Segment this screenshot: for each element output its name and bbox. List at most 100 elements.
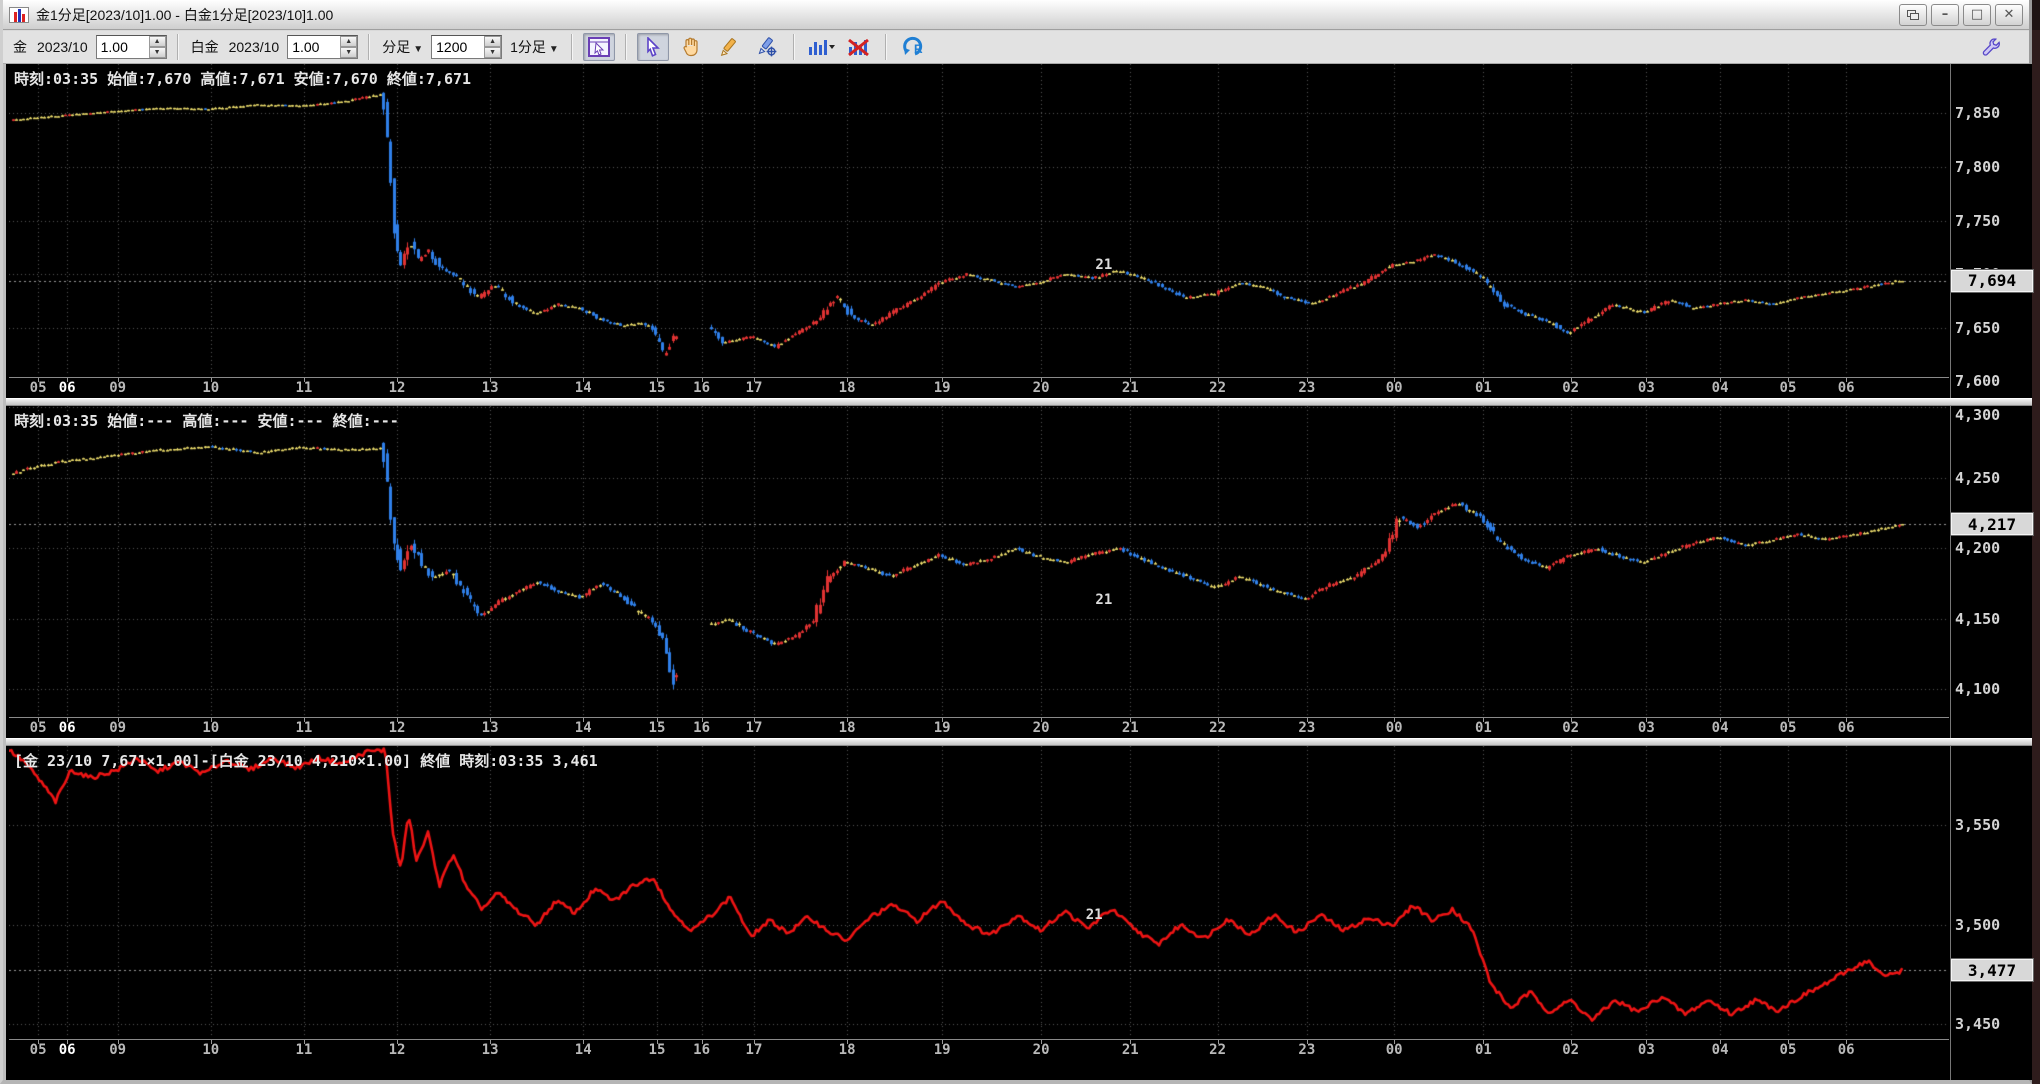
time-axis-label: 06 (58, 720, 76, 736)
time-axis-label: 05 (29, 720, 47, 736)
pencil-icon (720, 38, 736, 56)
platinum-ratio-down-icon[interactable]: ▼ (340, 47, 358, 58)
time-axis-label: 23 (1298, 380, 1316, 396)
platinum-contract-month: 2023/10 (228, 39, 280, 55)
price-axis-label: 4,150 (1955, 609, 2001, 628)
time-axis-label: 20 (1032, 380, 1050, 396)
maximize-button[interactable]: □ (1963, 3, 1991, 26)
float-window-button[interactable] (1899, 3, 1927, 26)
time-axis-label: 14 (574, 380, 592, 396)
wrench-icon (1982, 38, 2000, 56)
time-axis-label: 22 (1209, 1042, 1227, 1058)
gold-ratio-up-icon[interactable]: ▲ (148, 36, 166, 47)
period-dropdown[interactable]: 1分足 ▼ (508, 37, 561, 57)
bar-count-spinner[interactable]: ▲▼ (431, 35, 503, 59)
time-axis-label: 17 (745, 1042, 763, 1058)
time-axis-label: 05 (1779, 1042, 1797, 1058)
time-axis-label: 04 (1711, 1042, 1729, 1058)
platinum-chart-panel: 時刻:03:35 始値:--- 高値:--- 安値:--- 終値:--- 21 … (6, 406, 2034, 738)
bar-count-input[interactable] (432, 36, 485, 58)
time-axis-label: 03 (1637, 1042, 1655, 1058)
bar-count-up-icon[interactable]: ▲ (484, 36, 502, 47)
time-axis-label: 06 (1837, 380, 1855, 396)
panel-separator[interactable] (6, 738, 2032, 746)
chart-select-mode-button[interactable] (582, 33, 615, 61)
time-axis-label: 23 (1298, 720, 1316, 736)
panel-separator[interactable] (6, 398, 2032, 406)
time-axis-label: 05 (1779, 380, 1797, 396)
gold-price-axis: 7,694 7,8507,8007,7507,7007,6507,600 (1950, 64, 2034, 398)
platinum-date-marker: 21 (1095, 592, 1113, 608)
interval-dropdown[interactable]: 分足 ▼ (380, 37, 425, 57)
gold-ratio-input[interactable] (96, 36, 149, 58)
title-bar[interactable]: 金1分足[2023/10]1.00 - 白金1分足[2023/10]1.00 –… (3, 0, 2029, 30)
spread-chart-canvas[interactable] (9, 746, 1949, 1038)
spread-last-price-tag: 3,477 (1950, 958, 2034, 983)
minimize-button[interactable]: – (1931, 3, 1959, 26)
time-axis-label: 16 (693, 720, 711, 736)
bar-count-down-icon[interactable]: ▼ (484, 47, 502, 58)
time-axis-label: 21 (1121, 1042, 1139, 1058)
price-axis-label: 4,100 (1955, 680, 2001, 699)
time-axis-label: 04 (1711, 380, 1729, 396)
marker-tool-button[interactable] (751, 33, 783, 61)
toolbar-separator (176, 34, 179, 60)
time-axis-label: 19 (933, 720, 951, 736)
app-candlestick-icon (9, 6, 29, 23)
bar-chart-icon (808, 40, 835, 55)
time-axis-label: 15 (648, 1042, 666, 1058)
pen-crosshair-icon (758, 37, 777, 57)
refresh-icon: R (903, 36, 923, 56)
time-axis-label: 09 (109, 720, 127, 736)
time-axis-label: 10 (202, 380, 220, 396)
time-axis-label: 06 (58, 1042, 76, 1058)
time-axis-label: 00 (1385, 720, 1403, 736)
price-axis-label: 7,600 (1955, 372, 2001, 391)
time-axis-label: 18 (838, 380, 856, 396)
toolbar-separator (884, 34, 887, 60)
settings-button[interactable] (1975, 33, 2007, 61)
time-axis-label: 12 (388, 380, 406, 396)
spread-time-axis: 05 06 09 10 11 12 13 14 15 16 17 18 19 20 21 22 23 00 01 02… (9, 1039, 1949, 1059)
pointer-tool-button[interactable] (636, 33, 669, 61)
toolbar-separator (368, 34, 371, 60)
time-axis-label: 06 (58, 380, 76, 396)
platinum-ratio-input[interactable] (288, 36, 341, 58)
time-axis-label: 13 (481, 380, 499, 396)
toolbar-separator (570, 34, 573, 60)
indicator-menu-button[interactable] (805, 33, 837, 61)
time-axis-label: 03 (1637, 380, 1655, 396)
platinum-ratio-up-icon[interactable]: ▲ (340, 36, 358, 47)
spread-price-axis: 3,477 3,550 3,500 3,450 (1950, 746, 2034, 1080)
time-axis-label: 10 (202, 1042, 220, 1058)
gold-contract-month: 2023/10 (37, 39, 88, 55)
reload-button[interactable]: R (897, 33, 929, 61)
gold-ratio-spinner[interactable]: ▲▼ (95, 35, 167, 59)
gold-info-line: 時刻:03:35 始値:7,670 高値:7,671 安値:7,670 終値:7… (14, 70, 472, 88)
draw-line-tool-button[interactable] (713, 33, 745, 61)
gold-ratio-down-icon[interactable]: ▼ (148, 47, 166, 58)
app-window: 金1分足[2023/10]1.00 - 白金1分足[2023/10]1.00 –… (0, 0, 2034, 1084)
gold-chart-canvas[interactable] (9, 64, 1949, 376)
remove-indicator-button[interactable] (843, 33, 875, 61)
time-axis-label: 12 (388, 1042, 406, 1058)
float-window-icon (1907, 9, 1919, 20)
spread-plot: [金 23/10 7,671×1.00]-[白金 23/10 4,210×1.0… (9, 746, 1949, 1038)
price-axis-label: 4,300 (1955, 406, 2001, 424)
time-axis-label: 02 (1562, 1042, 1580, 1058)
close-button[interactable]: ✕ (1995, 3, 2023, 26)
time-axis-label: 06 (1837, 720, 1855, 736)
time-axis-label: 09 (109, 380, 127, 396)
platinum-ratio-spinner[interactable]: ▲▼ (287, 35, 359, 59)
platinum-chart-canvas[interactable] (9, 406, 1949, 716)
time-axis-label: 19 (933, 380, 951, 396)
pan-tool-button[interactable] (675, 33, 707, 61)
time-axis-label: 17 (745, 380, 763, 396)
time-axis-label: 22 (1209, 380, 1227, 396)
time-axis-label: 20 (1032, 720, 1050, 736)
spread-info-line: [金 23/10 7,671×1.00]-[白金 23/10 4,210×1.0… (14, 752, 598, 770)
platinum-last-price-tag: 4,217 (1950, 512, 2034, 537)
time-axis-label: 00 (1385, 1042, 1403, 1058)
time-axis-label: 11 (295, 720, 313, 736)
time-axis-label: 18 (838, 720, 856, 736)
